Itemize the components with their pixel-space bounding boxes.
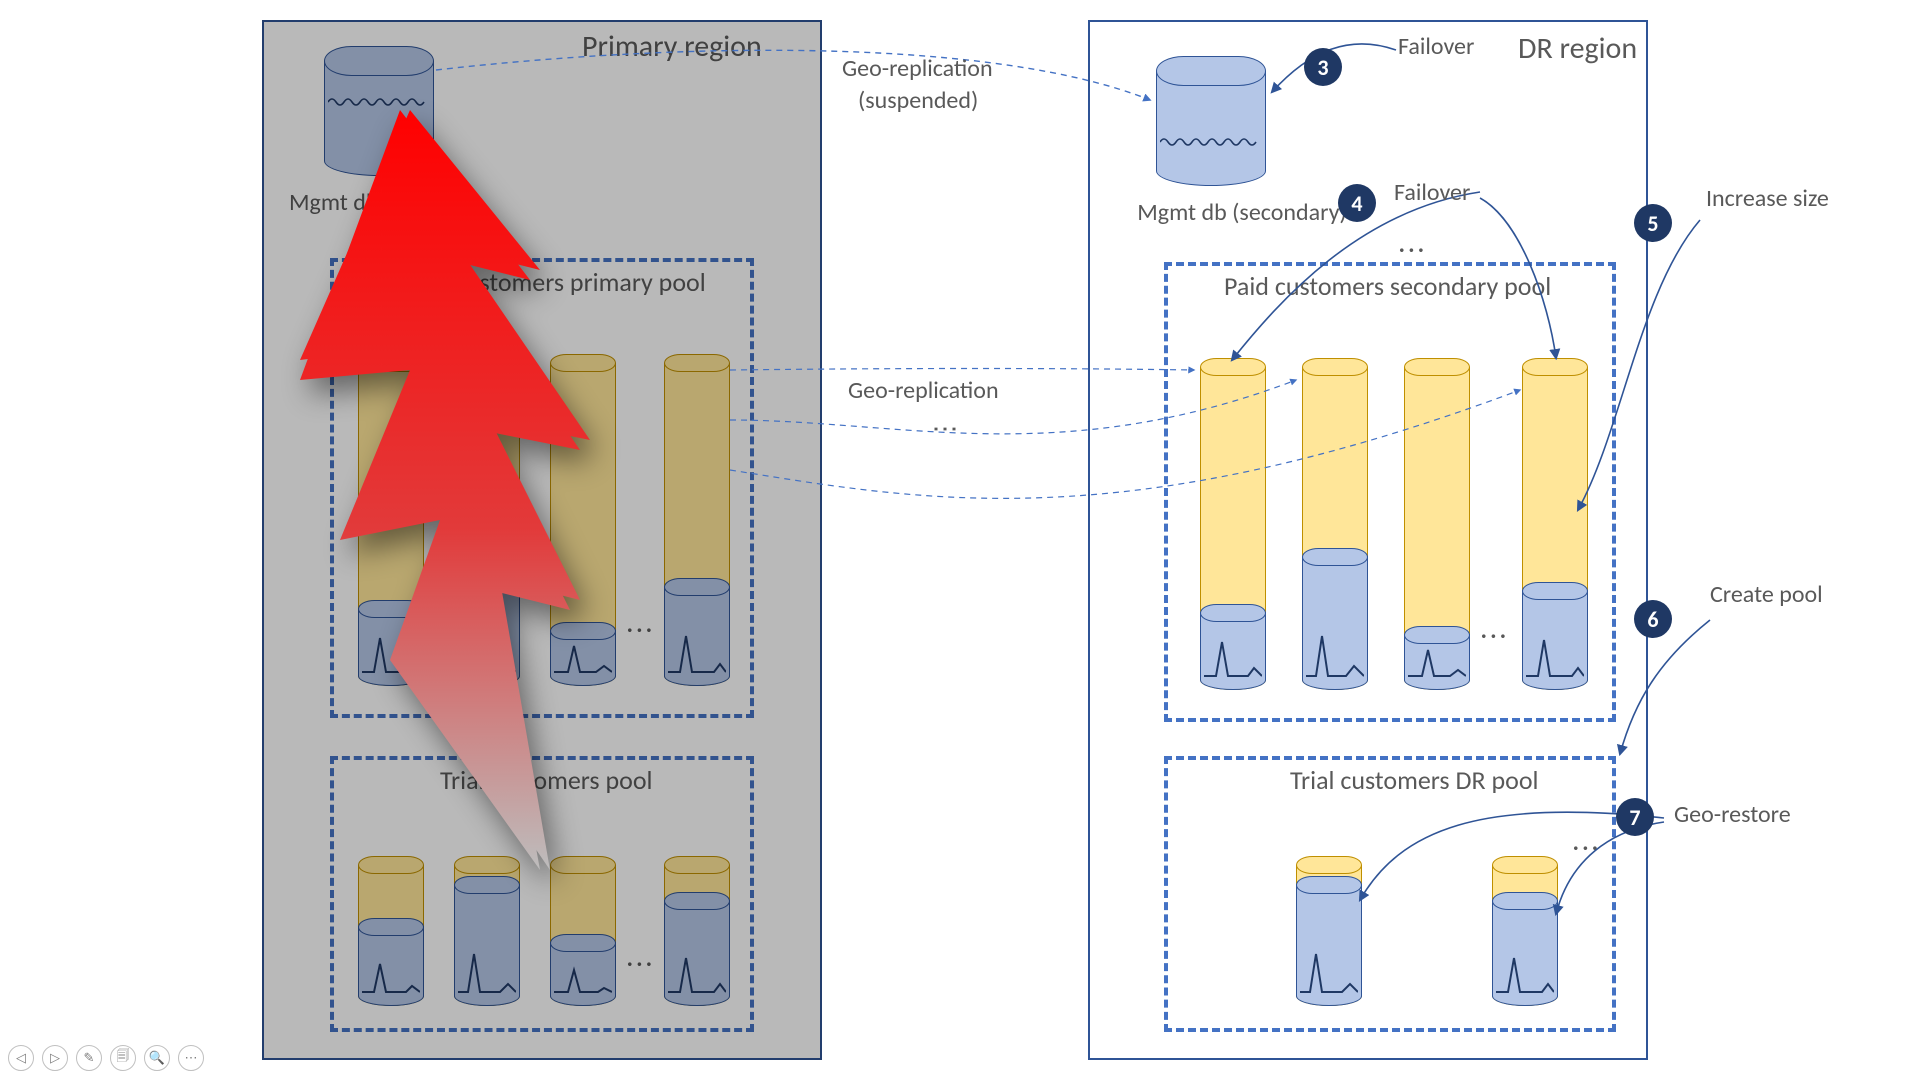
next-slide-button[interactable]: ▷ bbox=[42, 1045, 68, 1071]
badge-6: 6 bbox=[1634, 600, 1672, 638]
badge-7: 7 bbox=[1616, 798, 1654, 836]
geo-replication-suspended-label-2: (suspended) bbox=[858, 86, 978, 115]
outage-lightning-icon bbox=[300, 110, 640, 870]
geo-replication-suspended-label-1: Geo-replication bbox=[842, 54, 993, 83]
dr-trial-pool-title: Trial customers DR pool bbox=[1290, 764, 1903, 796]
dr-mgmt-db-label: Mgmt db (secondary) bbox=[1112, 198, 1372, 227]
ellipsis: ... bbox=[626, 938, 655, 975]
zoom-button[interactable]: 🔍 bbox=[144, 1045, 170, 1071]
prev-slide-button[interactable]: ◁ bbox=[8, 1045, 34, 1071]
primary-trial-db bbox=[550, 856, 616, 1006]
annot-increase-size: Increase size bbox=[1706, 184, 1829, 213]
primary-trial-db bbox=[358, 856, 424, 1006]
annot-geo-restore: Geo-restore bbox=[1674, 800, 1791, 829]
dr-paid-db bbox=[1522, 358, 1588, 690]
pen-tool-button[interactable]: ✎ bbox=[76, 1045, 102, 1071]
geo-replication-label: Geo-replication bbox=[848, 376, 999, 405]
ellipsis: ... bbox=[1572, 822, 1601, 859]
ellipsis: ... bbox=[1480, 610, 1509, 647]
dr-paid-pool-title: Paid customers secondary pool bbox=[1224, 270, 1903, 302]
dr-trial-db bbox=[1492, 856, 1558, 1006]
dr-paid-db bbox=[1404, 358, 1470, 690]
dr-paid-db bbox=[1200, 358, 1266, 690]
annot-failover-4: Failover bbox=[1394, 178, 1470, 207]
primary-paid-db bbox=[664, 354, 730, 686]
primary-trial-db bbox=[454, 856, 520, 1006]
ellipsis: ... bbox=[1398, 224, 1427, 261]
primary-trial-db bbox=[664, 856, 730, 1006]
annot-create-pool: Create pool bbox=[1710, 580, 1823, 609]
badge-4: 4 bbox=[1338, 184, 1376, 222]
menu-button[interactable]: ⋯ bbox=[178, 1045, 204, 1071]
badge-5: 5 bbox=[1634, 204, 1672, 242]
dr-region-title: DR region bbox=[1518, 30, 1887, 67]
vertical-ellipsis: ⋮ bbox=[930, 416, 962, 442]
slideshow-toolbar: ◁ ▷ ✎ 🗐 🔍 ⋯ bbox=[8, 1045, 204, 1071]
annot-failover-3: Failover bbox=[1398, 32, 1474, 61]
badge-3: 3 bbox=[1304, 48, 1342, 86]
copy-button[interactable]: 🗐 bbox=[110, 1045, 136, 1071]
dr-trial-db bbox=[1296, 856, 1362, 1006]
dr-mgmt-db-icon bbox=[1156, 56, 1266, 186]
dr-paid-db bbox=[1302, 358, 1368, 690]
